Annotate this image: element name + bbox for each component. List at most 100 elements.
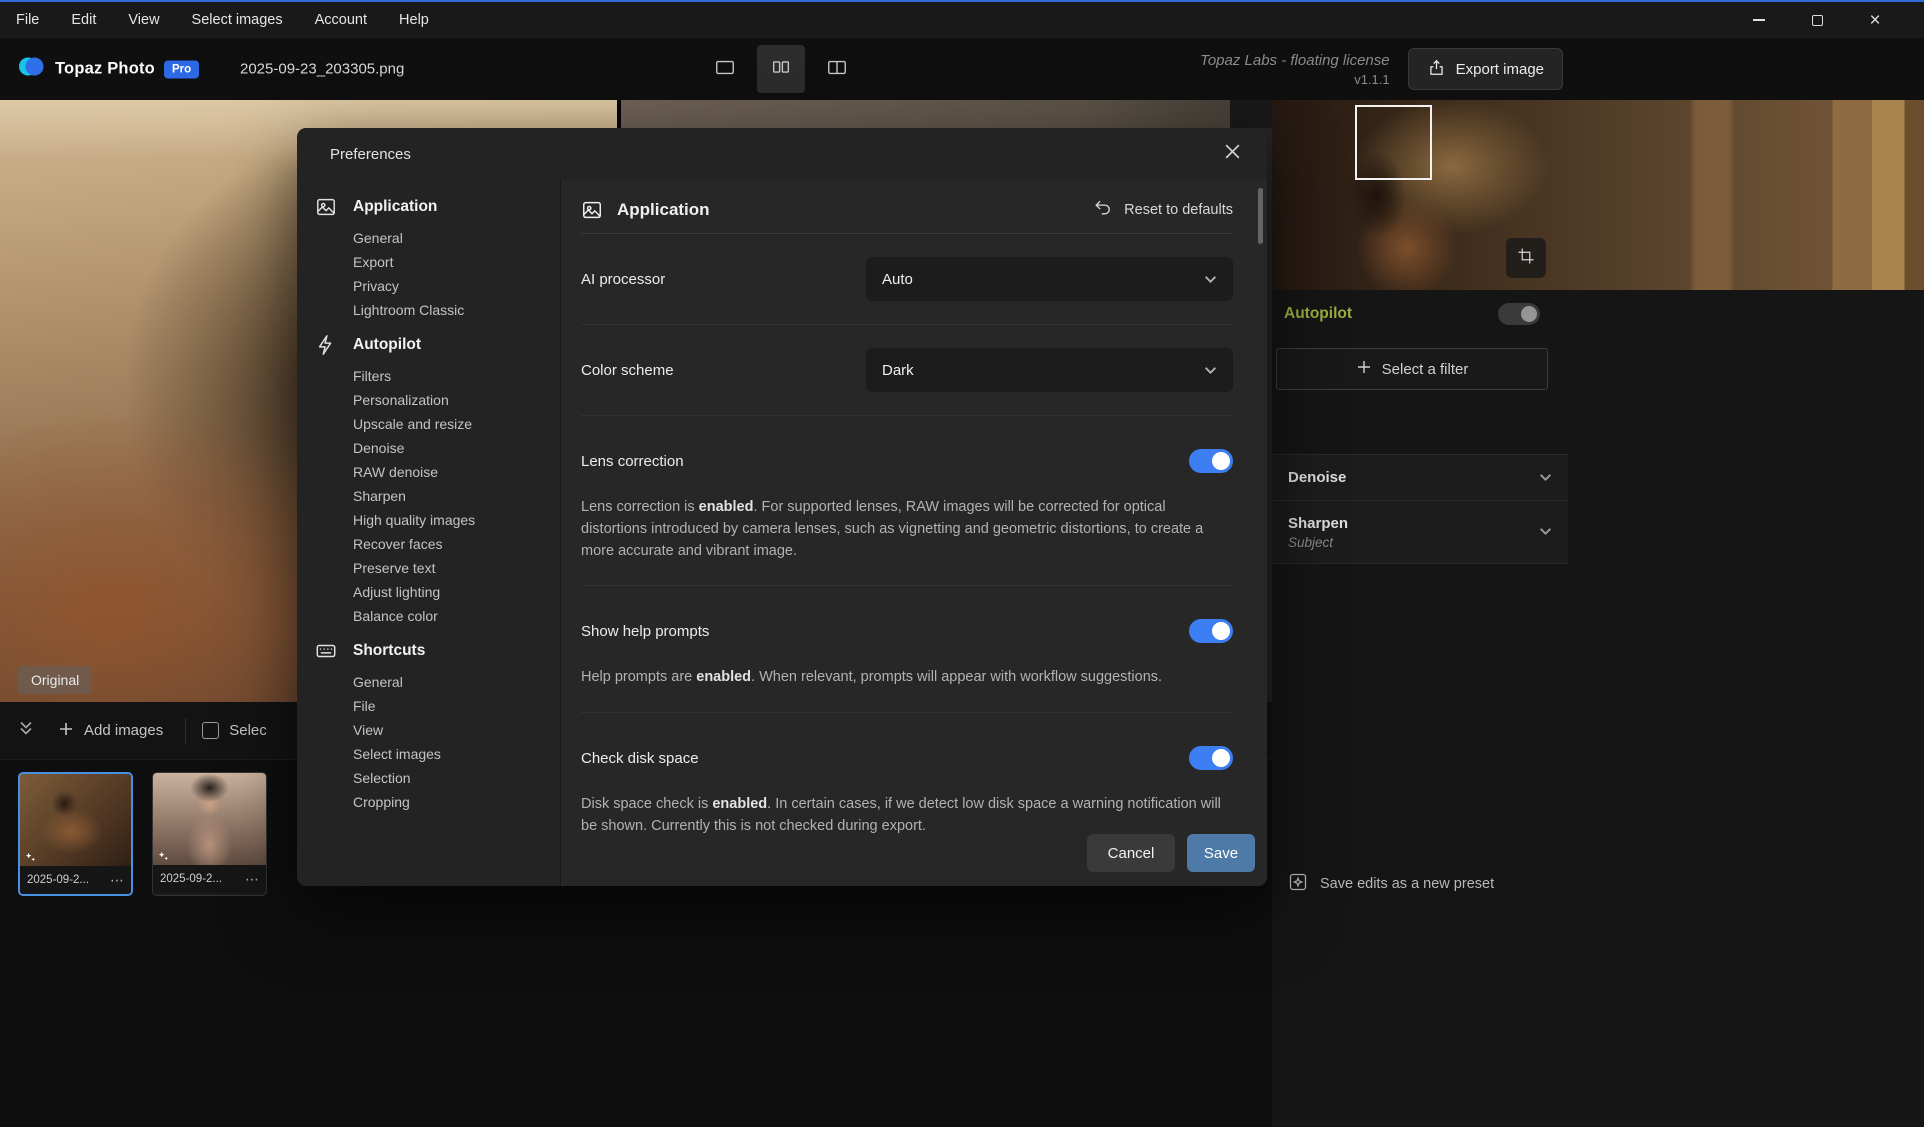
prefs-nav-item-general[interactable]: General <box>353 226 560 250</box>
version-text: v1.1.1 <box>1200 72 1390 87</box>
thumbnail-more-button[interactable]: ⋯ <box>110 873 124 887</box>
chevron-down-icon <box>1539 469 1552 487</box>
prefs-nav-item-filters[interactable]: Filters <box>353 364 560 388</box>
select-value: Dark <box>882 362 914 379</box>
prefs-nav-group-label: Autopilot <box>353 334 421 356</box>
prefs-nav-group-application: Application General Export Privacy Light… <box>315 188 560 322</box>
prefs-nav-item-sharpen[interactable]: Sharpen <box>353 484 560 508</box>
setting-description: Disk space check is enabled. In certain … <box>581 794 1233 838</box>
prefs-nav-item-privacy[interactable]: Privacy <box>353 274 560 298</box>
single-view-icon <box>714 56 736 83</box>
prefs-nav-item-shortcuts-view[interactable]: View <box>353 718 560 742</box>
autopilot-icon <box>315 334 337 356</box>
prefs-nav-item-lightroom-classic[interactable]: Lightroom Classic <box>353 298 560 322</box>
shortcuts-icon <box>315 640 337 662</box>
thumbnail-more-button[interactable]: ⋯ <box>245 872 259 886</box>
export-label: Export image <box>1456 61 1544 78</box>
license-text: Topaz Labs - floating license <box>1200 52 1390 69</box>
filter-denoise[interactable]: Denoise <box>1272 454 1568 500</box>
thumbnail-item[interactable]: 2025-09-2... ⋯ <box>152 772 267 896</box>
setting-color-scheme: Color scheme Dark <box>581 325 1233 416</box>
window-titlebar: File Edit View Select images Account Hel… <box>0 0 1924 38</box>
save-preset-button[interactable]: Save edits as a new preset <box>1288 872 1494 896</box>
ai-processor-select[interactable]: Auto <box>866 257 1233 301</box>
lens-correction-toggle[interactable] <box>1189 449 1233 473</box>
prefs-nav-item-recover-faces[interactable]: Recover faces <box>353 532 560 556</box>
close-button[interactable]: × <box>1846 2 1904 38</box>
prefs-nav-autopilot[interactable]: Autopilot <box>315 326 560 364</box>
dialog-close-button[interactable] <box>1224 143 1241 165</box>
menu-view[interactable]: View <box>112 2 175 38</box>
prefs-nav-item-shortcuts-file[interactable]: File <box>353 694 560 718</box>
show-help-prompts-toggle[interactable] <box>1189 619 1233 643</box>
prefs-nav-item-preserve-text[interactable]: Preserve text <box>353 556 560 580</box>
add-images-button[interactable]: Add images <box>58 721 163 741</box>
cancel-button[interactable]: Cancel <box>1087 834 1175 872</box>
setting-description: Lens correction is enabled. For supporte… <box>581 497 1233 562</box>
prefs-nav-item-balance-color[interactable]: Balance color <box>353 604 560 628</box>
minimize-button[interactable] <box>1730 2 1788 38</box>
reset-to-defaults-button[interactable]: Reset to defaults <box>1093 198 1233 221</box>
select-filter-button[interactable]: Select a filter <box>1276 348 1548 390</box>
dialog-scrollbar[interactable] <box>1258 188 1263 244</box>
menu-select-images[interactable]: Select images <box>176 2 299 38</box>
app-window: File Edit View Select images Account Hel… <box>0 0 1924 1127</box>
topaz-logo-icon <box>18 55 46 84</box>
prefs-nav-item-shortcuts-selection[interactable]: Selection <box>353 766 560 790</box>
plus-icon <box>58 721 74 741</box>
thumbnail-label-bar: 2025-09-2... ⋯ <box>20 866 131 894</box>
preview-navigator[interactable] <box>1272 100 1924 290</box>
filter-subtitle: Subject <box>1288 535 1552 550</box>
thumbnail-image <box>20 774 131 866</box>
view-split-button[interactable] <box>813 45 861 93</box>
prefs-nav-item-shortcuts-cropping[interactable]: Cropping <box>353 790 560 814</box>
setting-show-help-prompts: Show help prompts Help prompts are enabl… <box>581 586 1233 713</box>
setting-description: Help prompts are enabled. When relevant,… <box>581 667 1233 689</box>
select-value: Auto <box>882 271 913 288</box>
menu-file[interactable]: File <box>0 2 55 38</box>
filter-sharpen[interactable]: Sharpen Subject <box>1272 500 1568 564</box>
setting-lens-correction: Lens correction Lens correction is enabl… <box>581 416 1233 586</box>
app-toolbar: Topaz Photo Pro 2025-09-23_203305.png To… <box>0 38 1924 100</box>
prefs-nav-item-adjust-lighting[interactable]: Adjust lighting <box>353 580 560 604</box>
export-icon <box>1427 58 1446 81</box>
menu-edit[interactable]: Edit <box>55 2 112 38</box>
setting-label: Lens correction <box>581 453 684 470</box>
toolbar-right: Topaz Labs - floating license v1.1.1 Exp… <box>1200 38 1563 100</box>
menu-account[interactable]: Account <box>299 2 383 38</box>
prefs-nav-item-shortcuts-select-images[interactable]: Select images <box>353 742 560 766</box>
preferences-dialog: Preferences Application General Export P… <box>297 128 1267 886</box>
autopilot-toggle[interactable] <box>1498 303 1540 325</box>
view-side-by-side-button[interactable] <box>757 45 805 93</box>
collapse-panel-button[interactable] <box>16 718 36 743</box>
menu-help[interactable]: Help <box>383 2 445 38</box>
save-preset-label: Save edits as a new preset <box>1320 876 1494 892</box>
setting-label: Check disk space <box>581 750 699 767</box>
autopilot-row: Autopilot <box>1272 296 1568 332</box>
check-disk-space-toggle[interactable] <box>1189 746 1233 770</box>
prefs-nav-item-high-quality-images[interactable]: High quality images <box>353 508 560 532</box>
prefs-nav-item-personalization[interactable]: Personalization <box>353 388 560 412</box>
prefs-nav-application[interactable]: Application <box>315 188 560 226</box>
select-all-checkbox[interactable] <box>202 722 219 739</box>
color-scheme-select[interactable]: Dark <box>866 348 1233 392</box>
thumbnail-item[interactable]: 2025-09-2... ⋯ <box>18 772 133 896</box>
prefs-nav-item-denoise[interactable]: Denoise <box>353 436 560 460</box>
save-button[interactable]: Save <box>1187 834 1255 872</box>
prefs-nav-group-shortcuts: Shortcuts General File View Select image… <box>315 632 560 814</box>
prefs-nav-item-shortcuts-general[interactable]: General <box>353 670 560 694</box>
crop-button[interactable] <box>1506 238 1546 278</box>
prefs-nav-item-upscale-and-resize[interactable]: Upscale and resize <box>353 412 560 436</box>
export-image-button[interactable]: Export image <box>1408 48 1563 90</box>
prefs-nav-group-label: Application <box>353 196 437 218</box>
navigator-viewport-rect[interactable] <box>1355 105 1432 180</box>
maximize-button[interactable] <box>1788 2 1846 38</box>
view-single-button[interactable] <box>701 45 749 93</box>
autopilot-processed-icon <box>25 850 36 868</box>
prefs-nav-shortcuts[interactable]: Shortcuts <box>315 632 560 670</box>
add-images-label: Add images <box>84 722 163 739</box>
prefs-nav-item-raw-denoise[interactable]: RAW denoise <box>353 460 560 484</box>
side-by-side-view-icon <box>770 56 792 83</box>
prefs-nav-item-export[interactable]: Export <box>353 250 560 274</box>
thumbnail-label-bar: 2025-09-2... ⋯ <box>153 865 266 893</box>
